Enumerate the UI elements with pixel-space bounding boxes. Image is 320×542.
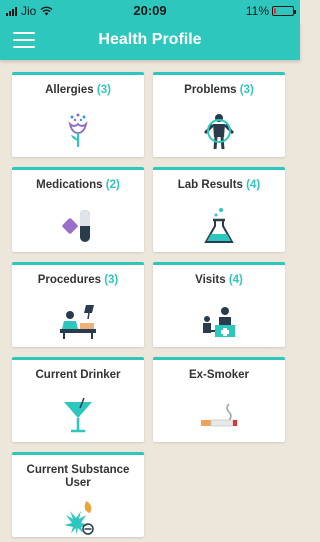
body-problems-icon [199, 111, 239, 151]
card-count: (3) [104, 274, 119, 286]
card-count: (4) [246, 179, 261, 191]
card-count: (3) [96, 84, 111, 96]
flask-icon [199, 206, 239, 246]
card-lab-results[interactable]: Lab Results (4) [153, 167, 285, 252]
battery-icon [272, 6, 296, 16]
card-label: Allergies [45, 84, 94, 96]
card-procedures[interactable]: Procedures (3) [12, 262, 144, 347]
surgery-procedure-icon [58, 301, 98, 341]
card-problems[interactable]: Problems (3) [153, 72, 285, 157]
pills-icon [58, 206, 98, 246]
card-current-drinker[interactable]: Current Drinker [12, 357, 144, 442]
card-visits[interactable]: Visits (4) [153, 262, 285, 347]
card-count: (2) [105, 179, 120, 191]
card-allergies[interactable]: Allergies (3) [12, 72, 144, 157]
card-count: (4) [228, 274, 243, 286]
status-right: 11% [245, 4, 296, 18]
app-bar: Health Profile [0, 22, 300, 60]
card-label: Medications [36, 179, 103, 191]
card-title: Problems (3) [157, 84, 281, 97]
card-title: Current Drinker [16, 369, 140, 382]
battery-fill [274, 8, 276, 14]
card-medications[interactable]: Medications (2) [12, 167, 144, 252]
card-label: Procedures [37, 274, 101, 286]
card-label: Lab Results [177, 179, 243, 191]
card-label: Ex-Smoker [188, 369, 250, 381]
leaf-substance-icon [58, 497, 98, 537]
card-label: Problems [184, 84, 237, 96]
card-label: Current Substance User [26, 464, 130, 489]
card-label: Visits [195, 274, 226, 286]
card-title: Ex-Smoker [157, 369, 281, 382]
cocktail-glass-icon [58, 396, 98, 436]
card-current-substance-user[interactable]: Current Substance User [12, 452, 144, 537]
card-title: Medications (2) [16, 179, 140, 192]
card-title: Procedures (3) [16, 274, 140, 287]
card-label: Current Drinker [35, 369, 121, 381]
allergy-flower-icon [58, 111, 98, 151]
card-title: Lab Results (4) [157, 179, 281, 192]
battery-percent: 11% [245, 4, 269, 18]
status-bar: Jio 20:09 11% [0, 0, 300, 22]
card-count: (3) [239, 84, 254, 96]
card-title: Current Substance User [16, 464, 140, 490]
doctor-visit-icon [199, 301, 239, 341]
card-title: Visits (4) [157, 274, 281, 287]
card-ex-smoker[interactable]: Ex-Smoker [153, 357, 285, 442]
card-title: Allergies (3) [16, 84, 140, 97]
cigarette-icon [199, 396, 239, 436]
page-title: Health Profile [98, 31, 202, 48]
